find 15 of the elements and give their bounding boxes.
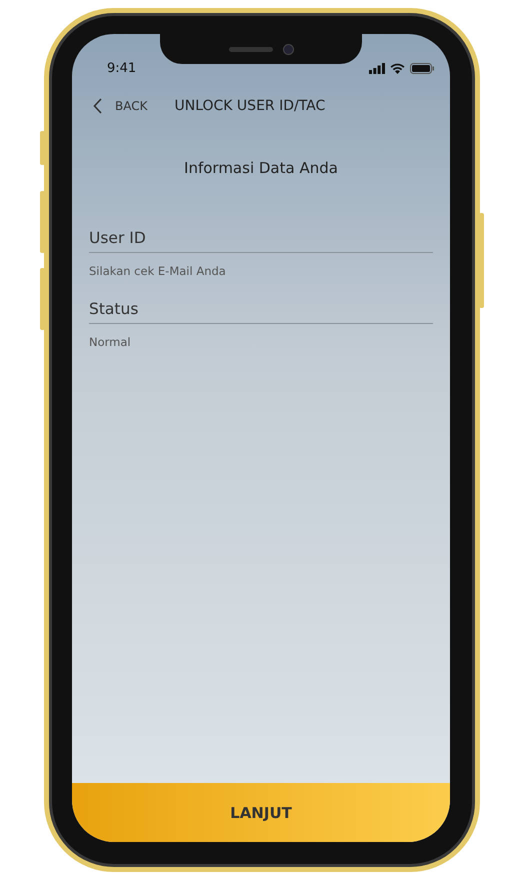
camera-icon: [282, 44, 294, 54]
screen-title: UNLOCK USER ID/TAC: [174, 98, 326, 114]
back-button[interactable]: BACK: [93, 98, 148, 114]
field-label: Status: [89, 300, 433, 324]
section-title: Informasi Data Anda: [183, 159, 339, 177]
speaker-icon: [228, 46, 272, 52]
field-value: Normal: [89, 335, 132, 349]
wifi-icon: [390, 62, 405, 74]
field-label: User ID: [89, 229, 433, 253]
continue-button[interactable]: LANJUT: [72, 783, 450, 842]
signal-icon: [369, 62, 385, 74]
field-value: Silakan cek E-Mail Anda: [89, 264, 227, 278]
chevron-left-icon: [93, 98, 103, 114]
status-time: 9:41: [107, 60, 136, 76]
battery-icon: [410, 62, 434, 74]
